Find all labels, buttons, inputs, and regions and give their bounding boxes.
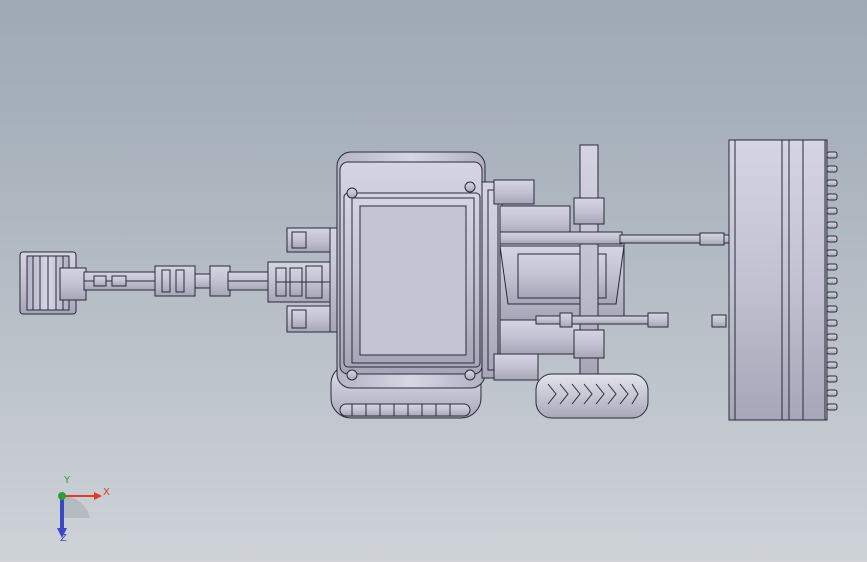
rear-chassis[interactable] [481,144,625,381]
loader-bucket-teeth[interactable] [728,139,838,421]
y-axis-label: Y [64,475,71,486]
excavator-bucket[interactable] [19,251,87,315]
excavator-boom[interactable] [83,261,339,303]
x-axis-arrowhead-icon [94,492,102,500]
y-axis-dot-icon [58,492,66,500]
triad-plane-icon [62,495,90,518]
backhoe-loader-model[interactable] [0,0,867,562]
x-axis-label: X [103,487,110,498]
engine-hood[interactable] [351,197,475,364]
coordinate-triad[interactable]: X Y Z [44,475,124,548]
graphics-viewport[interactable]: X Y Z [0,0,867,562]
front-wheel[interactable] [535,373,649,419]
z-axis-label: Z [60,533,67,544]
